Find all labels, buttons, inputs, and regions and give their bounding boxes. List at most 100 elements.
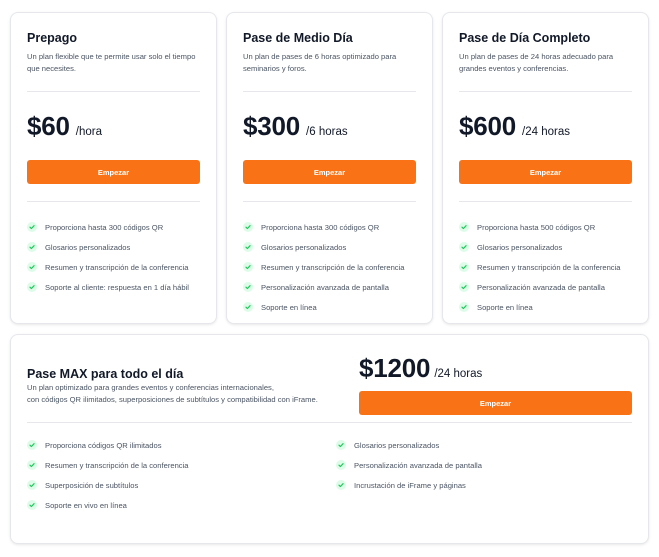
check-circle-icon bbox=[27, 242, 37, 252]
plan-description: Un plan de pases de 6 horas optimizado p… bbox=[243, 52, 397, 73]
plan-description: Un plan de pases de 24 horas adecuado pa… bbox=[459, 52, 614, 73]
price-row: $600 /24 horas bbox=[459, 111, 570, 142]
plan-title: Pase de Medio Día bbox=[243, 31, 353, 45]
feature-item: Personalización avanzada de pantalla bbox=[459, 277, 621, 297]
feature-item: Proporciona hasta 500 códigos QR bbox=[459, 217, 621, 237]
plan-price: $600 bbox=[459, 111, 517, 141]
feature-item: Resumen y transcripción de la conferenci… bbox=[27, 257, 189, 277]
check-circle-icon bbox=[243, 302, 253, 312]
feature-label: Proporciona códigos QR ilimitados bbox=[45, 440, 162, 450]
feature-item: Soporte en línea bbox=[459, 297, 621, 317]
plan-period: /24 horas bbox=[522, 126, 570, 138]
divider bbox=[243, 91, 416, 92]
feature-item: Proporciona hasta 300 códigos QR bbox=[243, 217, 405, 237]
check-circle-icon bbox=[27, 500, 37, 510]
check-circle-icon bbox=[459, 222, 469, 232]
feature-item: Glosarios personalizados bbox=[459, 237, 621, 257]
check-circle-icon bbox=[27, 460, 37, 470]
feature-label: Soporte al cliente: respuesta en 1 día h… bbox=[45, 282, 189, 292]
feature-label: Soporte en vivo en línea bbox=[45, 500, 127, 510]
check-circle-icon bbox=[243, 242, 253, 252]
feature-label: Glosarios personalizados bbox=[477, 242, 563, 252]
price-row: $60 /hora bbox=[27, 111, 102, 142]
check-circle-icon bbox=[27, 282, 37, 292]
divider bbox=[459, 91, 632, 92]
feature-item: Glosarios personalizados bbox=[243, 237, 405, 257]
divider bbox=[27, 201, 200, 202]
plan-description: Un plan flexible que te permite usar sol… bbox=[27, 52, 196, 73]
divider bbox=[27, 91, 200, 92]
plan-price: $1200 bbox=[359, 353, 431, 383]
feature-label: Resumen y transcripción de la conferenci… bbox=[261, 262, 405, 272]
check-circle-icon bbox=[459, 262, 469, 272]
feature-item: Incrustación de iFrame y páginas bbox=[336, 475, 634, 495]
plan-description-line: Un plan optimizado para grandes eventos … bbox=[27, 383, 274, 392]
plan-card-medio-dia: Pase de Medio Día Un plan de pases de 6 … bbox=[226, 12, 433, 324]
feature-item: Proporciona hasta 300 códigos QR bbox=[27, 217, 189, 237]
plan-period: /24 horas bbox=[434, 368, 483, 380]
divider bbox=[243, 201, 416, 202]
plan-card-max: Pase MAX para todo el día Un plan optimi… bbox=[10, 334, 649, 544]
check-circle-icon bbox=[243, 222, 253, 232]
price-row: $300 /6 horas bbox=[243, 111, 348, 142]
feature-item: Proporciona códigos QR ilimitados bbox=[27, 435, 336, 455]
plan-price: $300 bbox=[243, 111, 301, 141]
plan-card-dia-completo: Pase de Día Completo Un plan de pases de… bbox=[442, 12, 649, 324]
feature-label: Personalización avanzada de pantalla bbox=[477, 282, 605, 292]
feature-label: Resumen y transcripción de la conferenci… bbox=[45, 460, 189, 470]
plan-title: Pase de Día Completo bbox=[459, 31, 591, 45]
feature-item: Soporte al cliente: respuesta en 1 día h… bbox=[27, 277, 189, 297]
feature-label: Resumen y transcripción de la conferenci… bbox=[45, 262, 189, 272]
feature-item: Resumen y transcripción de la conferenci… bbox=[243, 257, 405, 277]
feature-label: Superposición de subtítulos bbox=[45, 480, 139, 490]
check-circle-icon bbox=[336, 440, 346, 450]
check-circle-icon bbox=[243, 282, 253, 292]
check-circle-icon bbox=[27, 440, 37, 450]
start-button[interactable]: Empezar bbox=[243, 160, 416, 184]
feature-list: Proporciona hasta 500 códigos QR Glosari… bbox=[459, 217, 621, 317]
feature-item: Glosarios personalizados bbox=[336, 435, 634, 455]
plan-period: /hora bbox=[75, 126, 102, 138]
feature-label: Soporte en línea bbox=[477, 302, 533, 312]
plan-title: Pase MAX para todo el día bbox=[27, 367, 184, 381]
feature-label: Personalización avanzada de pantalla bbox=[354, 460, 482, 470]
feature-label: Personalización avanzada de pantalla bbox=[261, 282, 389, 292]
feature-label: Glosarios personalizados bbox=[45, 242, 131, 252]
feature-item: Glosarios personalizados bbox=[27, 237, 189, 257]
feature-item: Personalización avanzada de pantalla bbox=[336, 455, 634, 475]
feature-item: Resumen y transcripción de la conferenci… bbox=[459, 257, 621, 277]
feature-list: Proporciona códigos QR ilimitados Glosar… bbox=[27, 435, 634, 515]
feature-item: Soporte en línea bbox=[243, 297, 405, 317]
start-button[interactable]: Empezar bbox=[359, 391, 632, 415]
feature-item: Soporte en vivo en línea bbox=[27, 495, 336, 515]
start-button[interactable]: Empezar bbox=[459, 160, 632, 184]
plan-price: $60 bbox=[27, 111, 70, 141]
check-circle-icon bbox=[27, 480, 37, 490]
check-circle-icon bbox=[459, 302, 469, 312]
check-circle-icon bbox=[459, 282, 469, 292]
check-circle-icon bbox=[27, 222, 37, 232]
feature-item: Personalización avanzada de pantalla bbox=[243, 277, 405, 297]
feature-label: Proporciona hasta 300 códigos QR bbox=[45, 222, 164, 232]
feature-label: Incrustación de iFrame y páginas bbox=[354, 480, 466, 490]
feature-label: Soporte en línea bbox=[261, 302, 317, 312]
plan-card-prepago: Prepago Un plan flexible que te permite … bbox=[10, 12, 217, 324]
plan-title: Prepago bbox=[27, 31, 78, 45]
check-circle-icon bbox=[243, 262, 253, 272]
check-circle-icon bbox=[336, 480, 346, 490]
divider bbox=[27, 422, 632, 423]
feature-label: Resumen y transcripción de la conferenci… bbox=[477, 262, 621, 272]
check-circle-icon bbox=[336, 460, 346, 470]
divider bbox=[459, 201, 632, 202]
feature-list: Proporciona hasta 300 códigos QR Glosari… bbox=[243, 217, 405, 317]
feature-label: Proporciona hasta 500 códigos QR bbox=[477, 222, 596, 232]
plan-description: Un plan optimizado para grandes eventos … bbox=[27, 382, 347, 406]
feature-label: Glosarios personalizados bbox=[354, 440, 440, 450]
plan-description-line: con códigos QR ilimitados, superposicion… bbox=[27, 395, 318, 404]
feature-label: Glosarios personalizados bbox=[261, 242, 347, 252]
plan-period: /6 horas bbox=[306, 126, 348, 138]
start-button[interactable]: Empezar bbox=[27, 160, 200, 184]
feature-item: Superposición de subtítulos bbox=[27, 475, 336, 495]
check-circle-icon bbox=[459, 242, 469, 252]
feature-list: Proporciona hasta 300 códigos QR Glosari… bbox=[27, 217, 189, 297]
